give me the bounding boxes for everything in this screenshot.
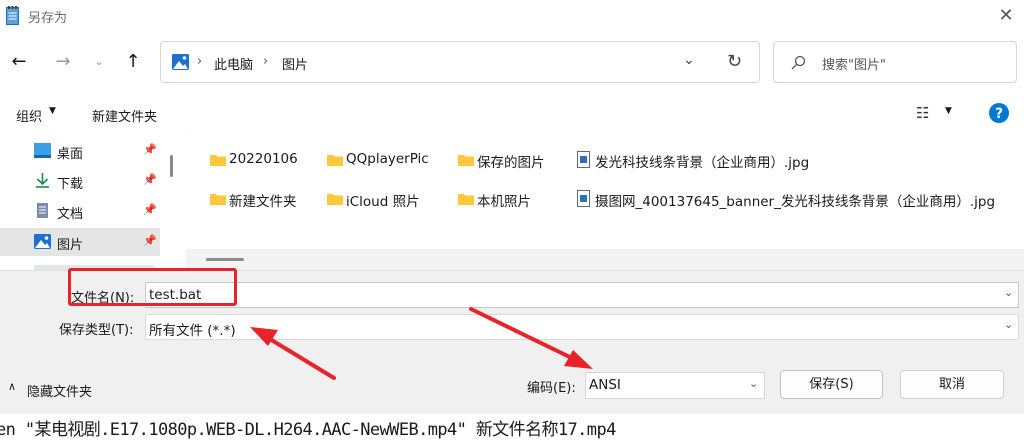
annotation-arrows (250, 307, 593, 380)
arrow-to-encoding (469, 307, 593, 369)
arrow-to-filetype (250, 327, 336, 380)
